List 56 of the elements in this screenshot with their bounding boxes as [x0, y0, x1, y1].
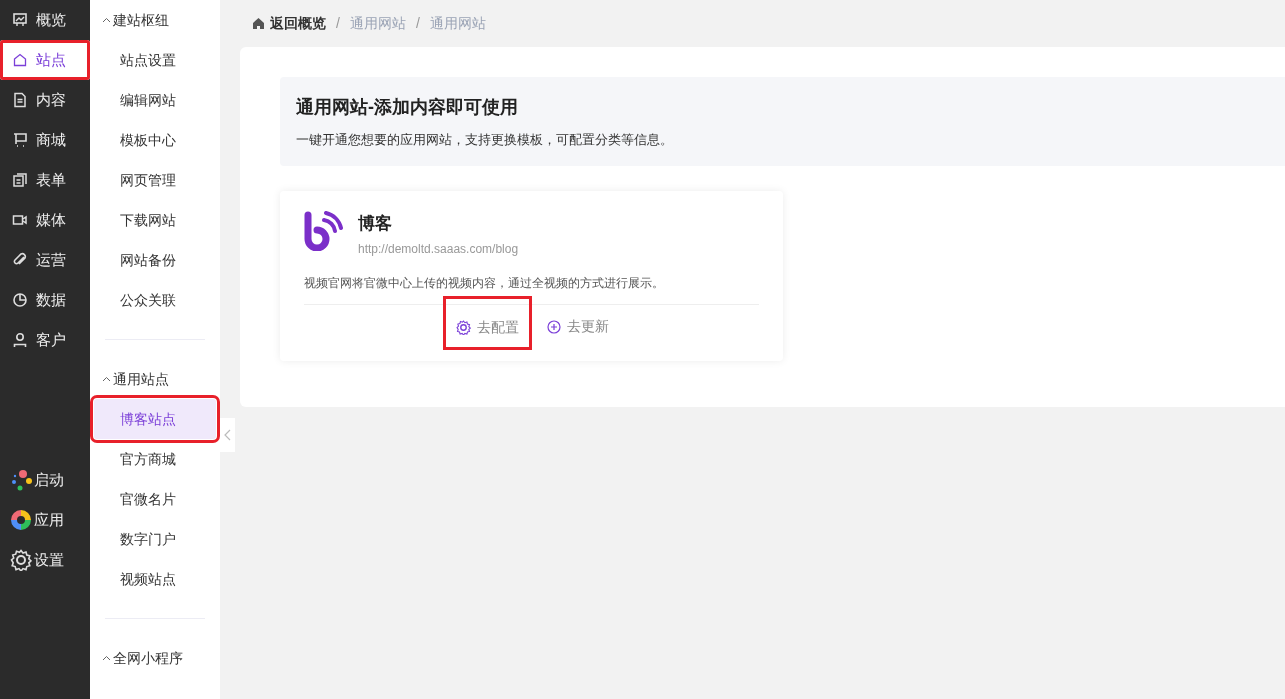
user-icon — [12, 332, 28, 348]
cart-icon — [12, 132, 28, 148]
card-description: 视频官网将官微中心上传的视频内容，通过全视频的方式进行展示。 — [304, 274, 665, 292]
submenu-item[interactable]: 下载网站 — [94, 200, 216, 240]
submenu-item[interactable]: 官微名片 — [94, 479, 216, 519]
nav-item[interactable]: 内容 — [0, 80, 90, 120]
submenu-item[interactable]: 模板中心 — [94, 120, 216, 160]
dots-icon — [10, 469, 32, 491]
document-icon — [12, 92, 28, 108]
nav-item[interactable]: 客户 — [0, 320, 90, 360]
nav-item[interactable]: 媒体 — [0, 200, 90, 240]
chevron-up-icon — [102, 655, 111, 661]
breadcrumb-separator: / — [415, 14, 420, 33]
nav-item[interactable]: 商城 — [0, 120, 90, 160]
submenu-item[interactable]: 网站备份 — [94, 240, 216, 280]
submenu-item[interactable]: 官方商城 — [94, 439, 216, 479]
logo-icon — [304, 211, 344, 251]
submenu-item[interactable]: 视频站点 — [94, 559, 216, 599]
nav-item[interactable]: 运营 — [0, 240, 90, 280]
plus-circle-icon — [547, 319, 561, 334]
card-action[interactable]: 去更新 — [535, 304, 621, 349]
video-camera-icon — [12, 212, 28, 228]
breadcrumb-separator: / — [336, 14, 340, 33]
banner-title: 通用网站-添加内容即可使用 — [296, 96, 519, 119]
ring-icon — [10, 509, 32, 531]
nav-item[interactable]: 站点 — [0, 40, 90, 80]
chevron-up-icon — [102, 17, 111, 23]
home-icon — [252, 17, 265, 30]
submenu-item[interactable]: 站点设置 — [94, 40, 216, 80]
nav-item[interactable]: 启动 — [0, 460, 90, 500]
nav-item[interactable]: 表单 — [0, 160, 90, 200]
settings-icon — [456, 320, 471, 335]
chart-icon — [12, 12, 28, 28]
submenu-item[interactable]: 公众关联 — [94, 280, 216, 320]
group-header[interactable]: 建站枢纽 — [90, 0, 220, 40]
submenu-item[interactable]: 数字门户 — [94, 519, 216, 559]
nav-item[interactable]: 概览 — [0, 0, 90, 40]
form-icon — [12, 172, 28, 188]
nav-item[interactable]: 设置 — [0, 540, 90, 580]
paperclip-icon — [12, 252, 28, 268]
pie-chart-icon — [12, 292, 28, 308]
card-url: http://demoltd.saaas.com/blog — [358, 240, 519, 258]
breadcrumb-link[interactable]: 返回概览 — [252, 13, 326, 34]
banner-description: 一键开通您想要的应用网站，支持更换模板，可配置分类等信息。 — [296, 131, 674, 149]
card-action[interactable]: 去配置 — [442, 294, 533, 351]
home-icon — [12, 52, 28, 68]
card-title: 博客 — [358, 213, 393, 235]
submenu-item[interactable]: 编辑网站 — [94, 80, 216, 120]
nav-item[interactable]: 应用 — [0, 500, 90, 540]
submenu-item[interactable]: 网页管理 — [94, 160, 216, 200]
group-header[interactable]: 全网小程序 — [90, 638, 220, 678]
chevron-left-icon — [224, 429, 231, 441]
chevron-up-icon — [102, 376, 111, 382]
collapse-button[interactable] — [220, 418, 235, 452]
nav-item[interactable]: 数据 — [0, 280, 90, 320]
settings-icon — [10, 549, 32, 571]
